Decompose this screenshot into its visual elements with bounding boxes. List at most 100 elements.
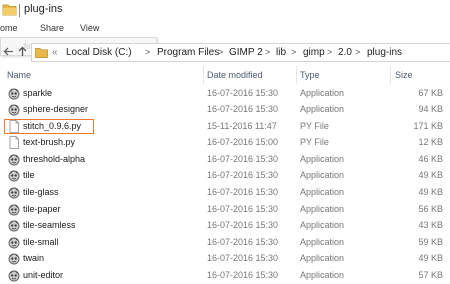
- window-title: plug-ins: [24, 3, 63, 15]
- chevron-right-icon[interactable]: >: [291, 47, 296, 57]
- file-size: 67 KB: [418, 88, 443, 98]
- file-name: tile-paper: [23, 204, 61, 214]
- file-type: Application: [300, 220, 345, 230]
- file-row[interactable]: sparkle 16-07-2016 15:30 Application 67 …: [0, 86, 450, 102]
- application-icon: [8, 219, 20, 232]
- chevron-right-icon[interactable]: >: [218, 47, 223, 57]
- document-icon: [8, 136, 20, 149]
- file-row[interactable]: tile 16-07-2016 15:30 Application 49 KB: [0, 168, 450, 184]
- file-type: PY File: [300, 121, 329, 131]
- file-date: 16-07-2016 15:30: [207, 253, 279, 263]
- file-type: Application: [300, 204, 345, 214]
- address-bar[interactable]: « Local Disk (C:) > Program Files > GIMP…: [31, 43, 450, 62]
- crumb-2-0[interactable]: 2.0: [338, 47, 352, 58]
- file-name: tile: [23, 170, 35, 180]
- folder-icon: [2, 3, 17, 21]
- file-name: twain: [23, 253, 45, 263]
- file-row[interactable]: sphere-designer 16-07-2016 15:30 Applica…: [0, 102, 450, 118]
- file-size: 171 KB: [413, 121, 443, 131]
- crumb-program-files[interactable]: Program Files: [157, 47, 219, 58]
- file-size: 49 KB: [418, 253, 443, 263]
- file-date: 16-07-2016 15:30: [207, 220, 279, 230]
- application-icon: [8, 269, 20, 282]
- ribbon: ome Share View ... folder Ctrl + Shift +…: [0, 20, 450, 56]
- file-name: unit-editor: [23, 270, 64, 280]
- tab-share[interactable]: Share: [40, 23, 64, 33]
- chevron-right-icon[interactable]: >: [355, 47, 360, 57]
- file-row[interactable]: tile-glass 16-07-2016 15:30 Application …: [0, 185, 450, 201]
- back-arrow-icon: [3, 47, 13, 56]
- file-row[interactable]: threshold-alpha 16-07-2016 15:30 Applica…: [0, 152, 450, 168]
- file-row[interactable]: tile-small 16-07-2016 15:30 Application …: [0, 235, 450, 251]
- file-type: Application: [300, 270, 345, 280]
- file-type: Application: [300, 104, 345, 114]
- file-name: threshold-alpha: [23, 154, 86, 164]
- file-row[interactable]: tile-paper 16-07-2016 15:30 Application …: [0, 202, 450, 218]
- file-date: 16-07-2016 15:30: [207, 88, 279, 98]
- file-size: 49 KB: [418, 170, 443, 180]
- tab-view[interactable]: View: [80, 23, 99, 33]
- file-row[interactable]: tile-seamless 16-07-2016 15:30 Applicati…: [0, 218, 450, 234]
- up-arrow-icon: [18, 46, 27, 56]
- file-date: 16-07-2016 15:30: [207, 204, 279, 214]
- file-date: 16-07-2016 15:30: [207, 270, 279, 280]
- file-date: 16-07-2016 15:30: [207, 187, 279, 197]
- crumb-lib[interactable]: lib: [276, 47, 286, 58]
- file-size: 46 KB: [418, 154, 443, 164]
- file-row[interactable]: twain 16-07-2016 15:30 Application 49 KB: [0, 251, 450, 267]
- file-name: stitch_0.9.6.py: [23, 121, 82, 131]
- column-date-modified[interactable]: Date modified: [207, 70, 263, 80]
- file-date: 16-07-2016 15:30: [207, 237, 279, 247]
- crumb-gimp[interactable]: gimp: [303, 47, 325, 58]
- file-date: 16-07-2016 15:30: [207, 170, 279, 180]
- column-type[interactable]: Type: [300, 70, 320, 80]
- file-type: PY File: [300, 137, 329, 147]
- file-row[interactable]: unit-editor 16-07-2016 15:30 Application…: [0, 268, 450, 284]
- file-row[interactable]: stitch_0.9.6.py 15-11-2016 11:47 PY File…: [0, 119, 450, 135]
- file-name: tile-small: [23, 237, 59, 247]
- chevron-right-icon[interactable]: >: [145, 47, 150, 57]
- title-bar: plug-ins: [0, 0, 450, 20]
- crumb-gimp2[interactable]: GIMP 2: [229, 47, 263, 58]
- file-size: 12 KB: [418, 137, 443, 147]
- file-size: 43 KB: [418, 220, 443, 230]
- crumb-local-disk[interactable]: Local Disk (C:): [66, 47, 132, 58]
- overflow-chevron[interactable]: «: [52, 47, 58, 58]
- chevron-right-icon[interactable]: >: [327, 47, 332, 57]
- up-button[interactable]: [16, 45, 29, 58]
- column-size[interactable]: Size: [395, 70, 413, 80]
- application-icon: [8, 203, 20, 216]
- title-divider: [19, 4, 20, 17]
- file-date: 15-11-2016 11:47: [207, 121, 277, 131]
- chevron-right-icon[interactable]: >: [265, 47, 270, 57]
- column-divider[interactable]: [203, 66, 204, 84]
- file-row[interactable]: text-brush.py 16-07-2016 15:00 PY File 1…: [0, 135, 450, 151]
- document-icon: [8, 120, 20, 133]
- column-divider[interactable]: [390, 66, 391, 84]
- file-type: Application: [300, 187, 345, 197]
- file-size: 94 KB: [418, 104, 443, 114]
- file-type: Application: [300, 170, 345, 180]
- tab-home[interactable]: ome: [0, 23, 18, 33]
- application-icon: [8, 252, 20, 265]
- address-row: « Local Disk (C:) > Program Files > GIMP…: [0, 40, 450, 64]
- file-size: 57 KB: [418, 270, 443, 280]
- file-type: Application: [300, 88, 345, 98]
- file-type: Application: [300, 154, 345, 164]
- file-date: 16-07-2016 15:30: [207, 154, 279, 164]
- file-name: tile-seamless: [23, 220, 76, 230]
- file-date: 16-07-2016 15:00: [207, 137, 279, 147]
- application-icon: [8, 153, 20, 166]
- column-divider[interactable]: [296, 66, 297, 84]
- crumb-plug-ins[interactable]: plug-ins: [367, 47, 402, 58]
- file-type: Application: [300, 237, 345, 247]
- file-size: 49 KB: [418, 187, 443, 197]
- column-name[interactable]: Name: [7, 70, 31, 80]
- file-name: text-brush.py: [23, 137, 76, 147]
- file-name: tile-glass: [23, 187, 59, 197]
- back-button[interactable]: [2, 45, 15, 58]
- address-folder-icon: [35, 47, 48, 61]
- file-name: sparkle: [23, 88, 53, 98]
- application-icon: [8, 186, 20, 199]
- application-icon: [8, 87, 20, 100]
